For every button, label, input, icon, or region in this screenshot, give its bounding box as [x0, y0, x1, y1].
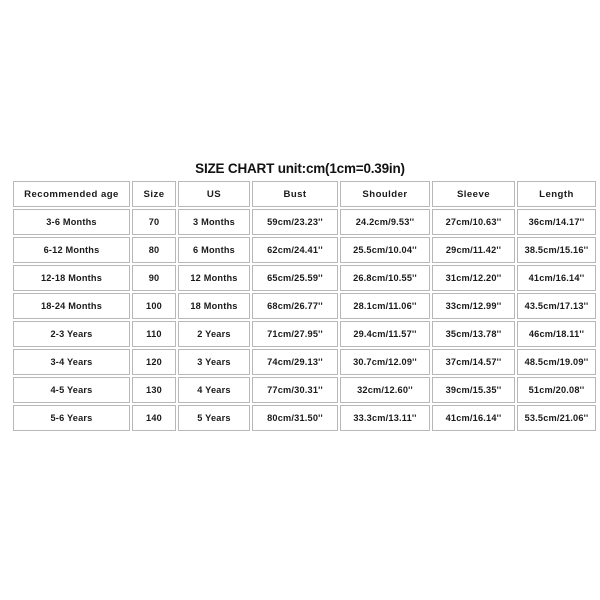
cell-bust: 59cm/23.23'' — [252, 209, 338, 235]
cell-length: 36cm/14.17'' — [517, 209, 596, 235]
table-row: 12-18 Months 90 12 Months 65cm/25.59'' 2… — [13, 265, 596, 291]
cell-sleeve: 41cm/16.14'' — [432, 405, 515, 431]
cell-size: 70 — [132, 209, 176, 235]
page-title: SIZE CHART unit:cm(1cm=0.39in) — [195, 161, 405, 176]
table-row: 4-5 Years 130 4 Years 77cm/30.31'' 32cm/… — [13, 377, 596, 403]
table-row: 3-6 Months 70 3 Months 59cm/23.23'' 24.2… — [13, 209, 596, 235]
cell-recommended-age: 3-6 Months — [13, 209, 130, 235]
cell-shoulder: 33.3cm/13.11'' — [340, 405, 430, 431]
cell-us: 18 Months — [178, 293, 250, 319]
cell-us: 6 Months — [178, 237, 250, 263]
cell-sleeve: 33cm/12.99'' — [432, 293, 515, 319]
cell-length: 38.5cm/15.16'' — [517, 237, 596, 263]
column-header-sleeve: Sleeve — [432, 181, 515, 207]
cell-length: 51cm/20.08'' — [517, 377, 596, 403]
cell-size: 110 — [132, 321, 176, 347]
table-row: 5-6 Years 140 5 Years 80cm/31.50'' 33.3c… — [13, 405, 596, 431]
cell-size: 130 — [132, 377, 176, 403]
cell-length: 41cm/16.14'' — [517, 265, 596, 291]
cell-bust: 71cm/27.95'' — [252, 321, 338, 347]
cell-sleeve: 35cm/13.78'' — [432, 321, 515, 347]
column-header-us: US — [178, 181, 250, 207]
cell-length: 48.5cm/19.09'' — [517, 349, 596, 375]
cell-sleeve: 27cm/10.63'' — [432, 209, 515, 235]
column-header-bust: Bust — [252, 181, 338, 207]
cell-shoulder: 32cm/12.60'' — [340, 377, 430, 403]
cell-size: 140 — [132, 405, 176, 431]
cell-shoulder: 28.1cm/11.06'' — [340, 293, 430, 319]
cell-bust: 68cm/26.77'' — [252, 293, 338, 319]
table-row: 6-12 Months 80 6 Months 62cm/24.41'' 25.… — [13, 237, 596, 263]
table-header-row: Recommended age Size US Bust Shoulder Sl… — [13, 181, 596, 207]
cell-shoulder: 29.4cm/11.57'' — [340, 321, 430, 347]
cell-sleeve: 31cm/12.20'' — [432, 265, 515, 291]
column-header-recommended-age: Recommended age — [13, 181, 130, 207]
size-chart-table: Recommended age Size US Bust Shoulder Sl… — [11, 179, 598, 433]
size-chart-container: SIZE CHART unit:cm(1cm=0.39in) Recommend… — [0, 0, 600, 600]
cell-sleeve: 37cm/14.57'' — [432, 349, 515, 375]
column-header-length: Length — [517, 181, 596, 207]
cell-bust: 77cm/30.31'' — [252, 377, 338, 403]
cell-bust: 74cm/29.13'' — [252, 349, 338, 375]
cell-shoulder: 26.8cm/10.55'' — [340, 265, 430, 291]
cell-shoulder: 25.5cm/10.04'' — [340, 237, 430, 263]
cell-recommended-age: 2-3 Years — [13, 321, 130, 347]
cell-us: 5 Years — [178, 405, 250, 431]
cell-recommended-age: 4-5 Years — [13, 377, 130, 403]
cell-size: 120 — [132, 349, 176, 375]
cell-bust: 65cm/25.59'' — [252, 265, 338, 291]
cell-shoulder: 30.7cm/12.09'' — [340, 349, 430, 375]
cell-us: 3 Months — [178, 209, 250, 235]
cell-bust: 80cm/31.50'' — [252, 405, 338, 431]
cell-recommended-age: 6-12 Months — [13, 237, 130, 263]
cell-recommended-age: 3-4 Years — [13, 349, 130, 375]
cell-us: 2 Years — [178, 321, 250, 347]
table-row: 2-3 Years 110 2 Years 71cm/27.95'' 29.4c… — [13, 321, 596, 347]
table-row: 3-4 Years 120 3 Years 74cm/29.13'' 30.7c… — [13, 349, 596, 375]
cell-us: 12 Months — [178, 265, 250, 291]
cell-length: 53.5cm/21.06'' — [517, 405, 596, 431]
column-header-size: Size — [132, 181, 176, 207]
cell-size: 90 — [132, 265, 176, 291]
cell-shoulder: 24.2cm/9.53'' — [340, 209, 430, 235]
cell-size: 80 — [132, 237, 176, 263]
table-row: 18-24 Months 100 18 Months 68cm/26.77'' … — [13, 293, 596, 319]
cell-bust: 62cm/24.41'' — [252, 237, 338, 263]
cell-us: 4 Years — [178, 377, 250, 403]
cell-length: 43.5cm/17.13'' — [517, 293, 596, 319]
cell-recommended-age: 12-18 Months — [13, 265, 130, 291]
cell-recommended-age: 18-24 Months — [13, 293, 130, 319]
cell-size: 100 — [132, 293, 176, 319]
cell-recommended-age: 5-6 Years — [13, 405, 130, 431]
column-header-shoulder: Shoulder — [340, 181, 430, 207]
cell-us: 3 Years — [178, 349, 250, 375]
cell-sleeve: 39cm/15.35'' — [432, 377, 515, 403]
cell-length: 46cm/18.11'' — [517, 321, 596, 347]
cell-sleeve: 29cm/11.42'' — [432, 237, 515, 263]
